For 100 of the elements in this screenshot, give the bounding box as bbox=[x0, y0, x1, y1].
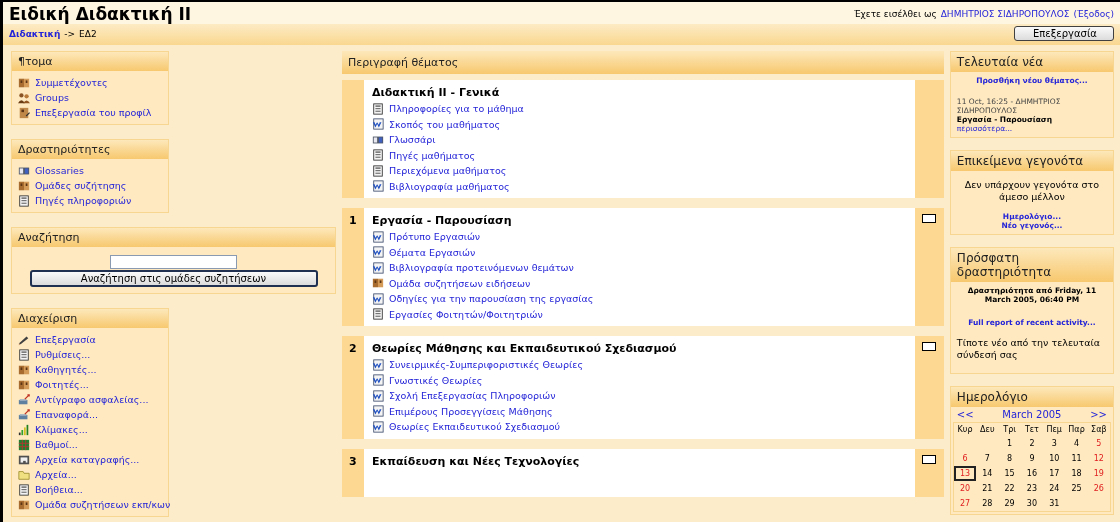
previous-month-link[interactable]: << bbox=[956, 409, 974, 421]
sidebar-link[interactable]: Επεξεργασία bbox=[35, 334, 96, 345]
block-title: Αναζήτηση bbox=[12, 228, 335, 247]
box-arrow-icon bbox=[18, 393, 30, 406]
resource-link[interactable]: Βιβλιογραφία μαθήματος bbox=[389, 180, 510, 192]
sidebar-link[interactable]: Κλίμακες... bbox=[35, 424, 88, 435]
document-icon bbox=[372, 246, 384, 259]
resource-link[interactable]: Πληροφορίες για το μάθημα bbox=[389, 103, 524, 115]
sidebar-link[interactable]: Ρυθμίσεις... bbox=[35, 349, 91, 360]
sidebar-link[interactable]: Ομάδες συζήτησης bbox=[35, 180, 127, 191]
sidebar-link[interactable]: Βοήθεια... bbox=[35, 484, 83, 495]
calendar-day[interactable]: 28 bbox=[976, 496, 999, 512]
calendar-day[interactable]: 27 bbox=[953, 496, 977, 512]
breadcrumb-link[interactable]: Διδακτική bbox=[9, 28, 61, 39]
topics-header: Περιγραφή θέματος bbox=[342, 51, 944, 74]
calendar-day[interactable]: 21 bbox=[976, 481, 999, 497]
calendar-day[interactable]: 7 bbox=[976, 451, 999, 467]
calendar-day[interactable]: 13 bbox=[953, 466, 977, 482]
folder-icon bbox=[18, 468, 30, 481]
block-title: Δραστηριότητες bbox=[12, 140, 168, 159]
calendar-day[interactable]: 22 bbox=[998, 481, 1021, 497]
window-icon bbox=[18, 453, 30, 466]
calendar-day[interactable]: 9 bbox=[1020, 451, 1044, 467]
calendar-day[interactable]: 25 bbox=[1065, 481, 1088, 497]
search-button[interactable]: Αναζήτηση στις ομάδες συζητήσεων bbox=[29, 270, 318, 287]
calendar-day[interactable]: 4 bbox=[1065, 436, 1088, 452]
sidebar-link[interactable]: Βαθμοί... bbox=[35, 439, 78, 450]
calendar-day[interactable]: 5 bbox=[1087, 436, 1110, 452]
resource-link[interactable]: Εργασίες Φοιτητών/Φοιτητριών bbox=[389, 308, 543, 320]
calendar-day[interactable]: 8 bbox=[998, 451, 1021, 467]
people-icon bbox=[18, 76, 30, 89]
document-icon bbox=[372, 358, 384, 371]
calendar-day[interactable]: 1 bbox=[998, 436, 1021, 452]
weekday-label: Τρι bbox=[1002, 424, 1017, 437]
resource-link[interactable]: Πηγές μαθήματος bbox=[389, 149, 476, 161]
resource-link[interactable]: Οδηγίες για την παρουσίαση της εργασίας bbox=[389, 293, 594, 305]
people-icon bbox=[18, 498, 30, 511]
resource-link[interactable]: Βιβλιογραφία προτεινόμενων θεμάτων bbox=[389, 262, 574, 274]
user-link[interactable]: ΔΗΜΗΤΡΙΟΣ ΣΙΔΗΡΟΠΟΥΛΟΣ bbox=[940, 9, 1070, 19]
calendar-day[interactable]: 17 bbox=[1043, 466, 1066, 482]
calendar-day[interactable]: 24 bbox=[1043, 481, 1066, 497]
sidebar-link[interactable]: Αρχεία καταγραφής... bbox=[35, 454, 140, 465]
section-number: 2 bbox=[349, 342, 357, 355]
resource-link[interactable]: Θέματα Εργασιών bbox=[389, 246, 476, 258]
sidebar-link[interactable]: Καθηγητές... bbox=[35, 364, 97, 375]
weekday-label: Παρ bbox=[1067, 424, 1086, 437]
resource-link[interactable]: Συνειρμικές-Συμπεριφοριστικές Θεωρίες bbox=[389, 359, 583, 371]
resource-link[interactable]: Σκοπός του μαθήματος bbox=[389, 118, 501, 130]
calendar-day[interactable]: 26 bbox=[1087, 481, 1110, 497]
sidebar-link[interactable]: Επαναφορά... bbox=[35, 409, 98, 420]
weekday-label: Πεμ bbox=[1045, 424, 1063, 437]
people-icon bbox=[372, 277, 384, 290]
document-icon bbox=[372, 389, 384, 402]
section-title: Εργασία - Παρουσίαση bbox=[372, 214, 513, 227]
search-field[interactable] bbox=[110, 255, 237, 269]
calendar-day[interactable]: 16 bbox=[1020, 466, 1044, 482]
calendar-day[interactable]: 14 bbox=[976, 466, 999, 482]
sidebar-link[interactable]: Επεξεργασία του προφίλ bbox=[35, 107, 152, 118]
edit-button[interactable]: Επεξεργασία bbox=[1014, 26, 1114, 41]
course-title: Ειδική Διδακτική II bbox=[9, 4, 192, 24]
weekday-label: Δευ bbox=[979, 424, 996, 437]
resource-link[interactable]: Περιεχόμενα μαθήματος bbox=[389, 165, 507, 177]
calendar-day[interactable]: 15 bbox=[998, 466, 1021, 482]
sidebar-link[interactable]: Glossaries bbox=[35, 165, 84, 176]
calendar-day[interactable]: 3 bbox=[1043, 436, 1066, 452]
calendar-day[interactable]: 2 bbox=[1020, 436, 1044, 452]
calendar-day[interactable]: 19 bbox=[1087, 466, 1110, 482]
sidebar-link[interactable]: Πηγές πληροφοριών bbox=[35, 195, 132, 206]
sidebar-link[interactable]: Φοιτητές... bbox=[35, 379, 89, 390]
calendar-day[interactable]: 20 bbox=[953, 481, 977, 497]
resource-link[interactable]: Σχολή Επεξεργασίας Πληροφοριών bbox=[389, 390, 556, 402]
sidebar-link[interactable]: Ομάδα συζητήσεων εκπ/κων bbox=[35, 499, 171, 510]
calendar-day[interactable]: 12 bbox=[1087, 451, 1110, 467]
resource-link[interactable]: Γλωσσάρι bbox=[389, 134, 436, 146]
resource-link[interactable]: Επιμέρους Προσεγγίσεις Μάθησης bbox=[389, 405, 553, 417]
document-icon bbox=[372, 292, 384, 305]
sidebar-link[interactable]: Groups bbox=[35, 92, 69, 103]
sidebar-link[interactable]: Αντίγραφο ασφαλείας... bbox=[35, 394, 149, 405]
highlight-toggle[interactable] bbox=[922, 214, 937, 223]
calendar-day[interactable]: 11 bbox=[1065, 451, 1088, 467]
calendar-day[interactable]: 31 bbox=[1043, 496, 1066, 512]
calendar-day[interactable]: 10 bbox=[1043, 451, 1066, 467]
resource-link[interactable]: Γνωστικές Θεωρίες bbox=[389, 374, 483, 386]
calendar-day[interactable]: 18 bbox=[1065, 466, 1088, 482]
highlight-toggle[interactable] bbox=[922, 342, 937, 351]
calendar-day[interactable]: 6 bbox=[953, 451, 977, 467]
calendar-day[interactable]: 23 bbox=[1020, 481, 1044, 497]
logout-link[interactable]: (Έξοδος) bbox=[1073, 9, 1114, 19]
nothing-new-text: Τίποτε νέο από την τελευταία σύνδεσή σας bbox=[956, 336, 1101, 362]
resource-link[interactable]: Ομάδα συζητήσεων ειδήσεων bbox=[389, 277, 531, 289]
calendar-day[interactable]: 30 bbox=[1020, 496, 1044, 512]
highlight-toggle[interactable] bbox=[922, 454, 937, 464]
people-icon bbox=[18, 378, 30, 391]
sidebar-link[interactable]: Αρχεία... bbox=[35, 469, 77, 480]
next-month-link[interactable]: >> bbox=[1090, 409, 1107, 421]
resource-link[interactable]: Θεωρίες Εκπαιδευτικού Σχεδιασμού bbox=[389, 421, 560, 433]
calendar-day[interactable]: 29 bbox=[998, 496, 1021, 512]
sidebar-link[interactable]: Συμμετέχοντες bbox=[35, 77, 108, 88]
document-icon bbox=[372, 420, 384, 433]
resource-link[interactable]: Πρότυπο Εργασιών bbox=[389, 231, 481, 243]
